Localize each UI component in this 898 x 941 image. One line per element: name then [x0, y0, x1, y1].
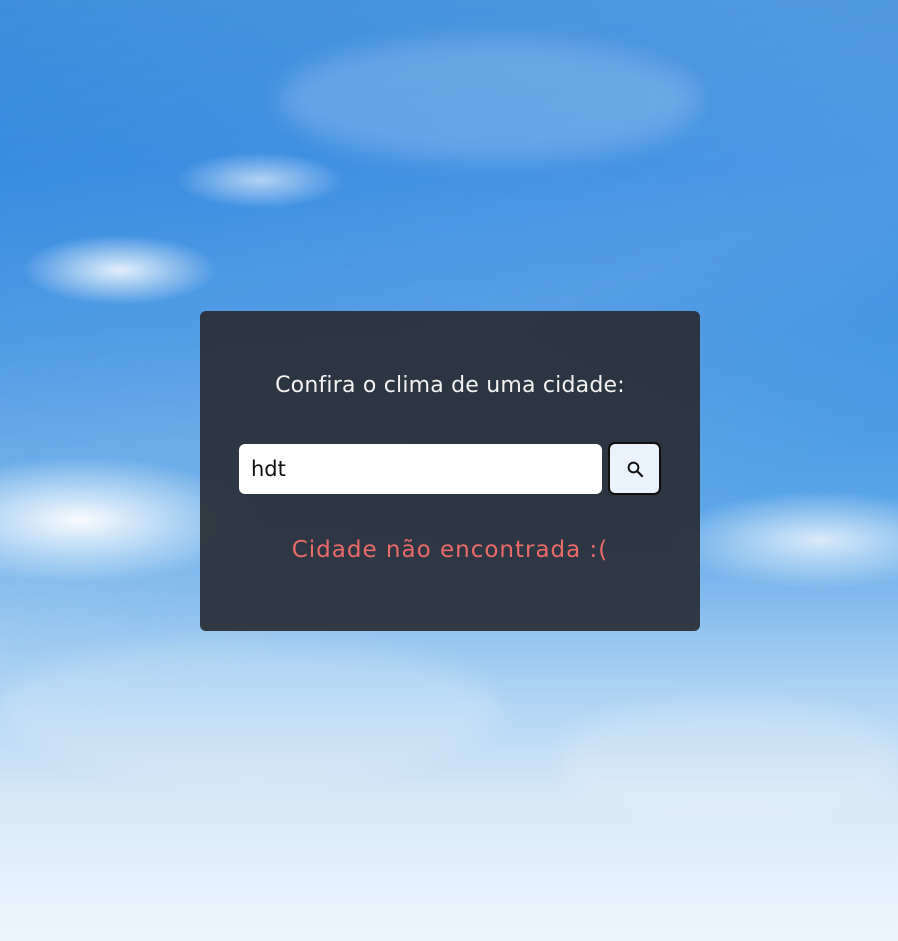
sky-background [280, 40, 700, 160]
sky-background [0, 640, 500, 780]
sky-background [560, 700, 898, 820]
error-message: Cidade não encontrada :( [291, 537, 609, 563]
city-search-input[interactable] [239, 443, 602, 494]
weather-card: Confira o clima de uma cidade: Cidade nã… [200, 311, 700, 631]
card-title: Confira o clima de uma cidade: [275, 373, 625, 398]
search-icon [627, 461, 643, 477]
search-button[interactable] [608, 442, 661, 495]
search-row [239, 442, 661, 495]
